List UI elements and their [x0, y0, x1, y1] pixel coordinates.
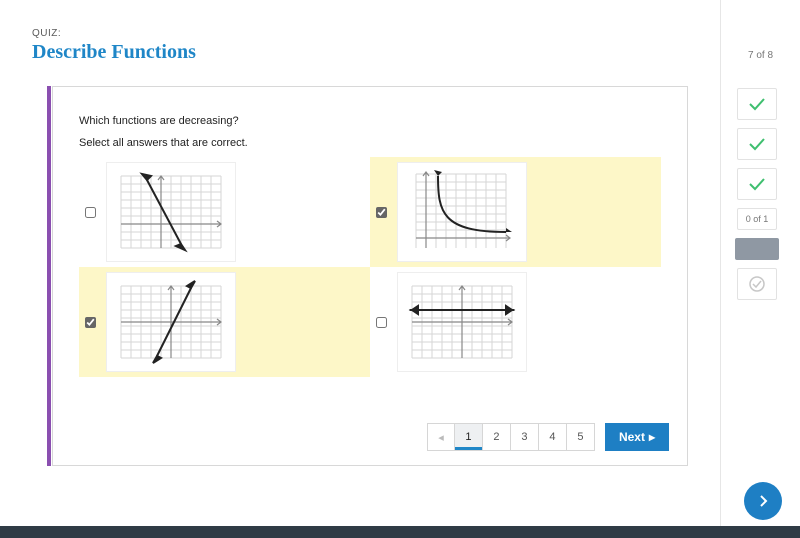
answer-graph-b: [397, 162, 527, 262]
next-label: Next: [619, 430, 645, 444]
quiz-header: QUIZ: Describe Functions: [0, 0, 710, 64]
accent-bar: [47, 86, 51, 466]
answer-graph-d: [397, 272, 527, 372]
pager: ◂ 1 2 3 4 5 Next ▸: [427, 423, 669, 451]
answer-grid: [79, 157, 661, 377]
answer-checkbox-b[interactable]: [376, 207, 387, 218]
answer-graph-c: [106, 272, 236, 372]
answer-option-b[interactable]: [370, 157, 661, 267]
progress-item-score[interactable]: 0 of 1: [737, 208, 777, 230]
question-prompt: Which functions are decreasing?: [79, 115, 661, 127]
progress-counter: 7 of 8: [721, 50, 800, 61]
pager-page-2[interactable]: 2: [483, 423, 511, 451]
progress-sidebar: 7 of 8 0 of 1: [720, 0, 800, 538]
answer-option-d[interactable]: [370, 267, 661, 377]
progress-item-pending[interactable]: [737, 268, 777, 300]
next-fab[interactable]: [744, 482, 782, 520]
quiz-label: QUIZ:: [32, 28, 710, 39]
quiz-main: QUIZ: Describe Functions Which functions…: [0, 0, 710, 538]
progress-item-1[interactable]: [737, 88, 777, 120]
progress-item-3[interactable]: [737, 168, 777, 200]
os-taskbar: [0, 526, 800, 538]
question-help: Select all answers that are correct.: [79, 137, 661, 149]
progress-item-2[interactable]: [737, 128, 777, 160]
answer-option-a[interactable]: [79, 157, 370, 267]
pager-prev[interactable]: ◂: [427, 423, 455, 451]
progress-item-current[interactable]: [735, 238, 779, 260]
caret-right-icon: ▸: [649, 430, 655, 444]
answer-option-c[interactable]: [79, 267, 370, 377]
pager-page-5[interactable]: 5: [567, 423, 595, 451]
quiz-title: Describe Functions: [32, 41, 710, 64]
answer-checkbox-a[interactable]: [85, 207, 96, 218]
pager-page-4[interactable]: 4: [539, 423, 567, 451]
answer-checkbox-c[interactable]: [85, 317, 96, 328]
question-card: Which functions are decreasing? Select a…: [52, 86, 688, 466]
pager-page-3[interactable]: 3: [511, 423, 539, 451]
chevron-right-icon: [756, 494, 770, 508]
pager-page-1[interactable]: 1: [455, 423, 483, 451]
answer-graph-a: [106, 162, 236, 262]
answer-checkbox-d[interactable]: [376, 317, 387, 328]
next-button[interactable]: Next ▸: [605, 423, 669, 451]
